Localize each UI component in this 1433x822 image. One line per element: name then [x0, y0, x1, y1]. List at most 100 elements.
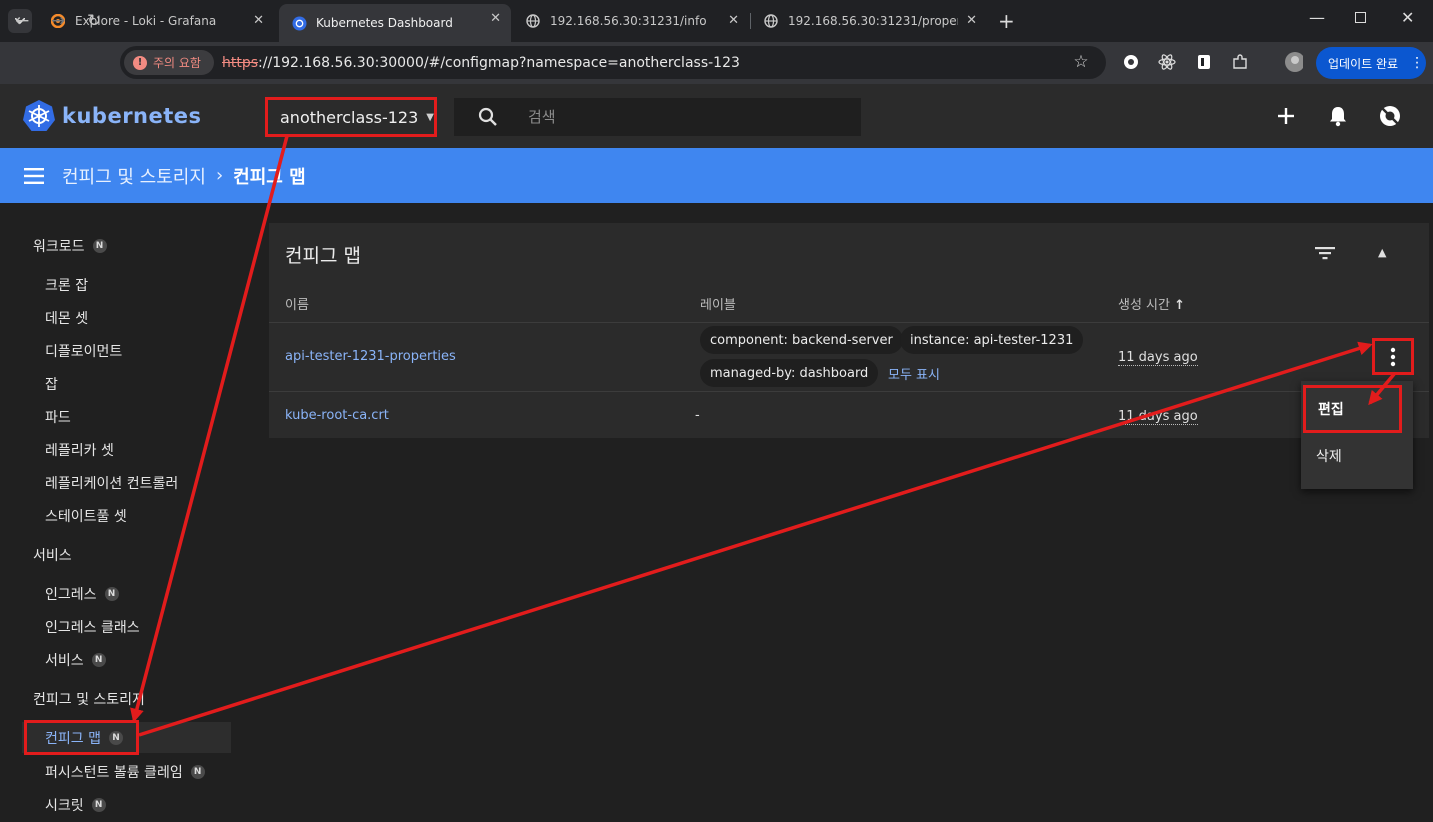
- maximize-icon[interactable]: [1355, 12, 1366, 23]
- sidebar-item-label: 서비스: [33, 548, 72, 564]
- sidebar-item-daemonsets[interactable]: 데몬 셋: [45, 308, 88, 328]
- namespace-selector[interactable]: anotherclass-123 ▼: [265, 97, 437, 137]
- browser-tab-info[interactable]: 192.168.56.30:31231/info ✕: [513, 6, 749, 36]
- extension-icon[interactable]: [1122, 53, 1140, 71]
- labels-empty: -: [695, 408, 700, 423]
- annotation-highlight-box: [24, 720, 139, 755]
- sidebar-item-cronjobs[interactable]: 크론 잡: [45, 275, 88, 295]
- sidebar-item-label: 인그레스: [45, 587, 97, 603]
- sidebar-item-deployments[interactable]: 디플로이먼트: [45, 341, 122, 361]
- column-header-labels: 레이블: [700, 298, 736, 313]
- sidebar-item-secrets[interactable]: 시크릿 N: [45, 795, 106, 815]
- security-warning-text: 주의 요함: [153, 56, 201, 70]
- filter-icon[interactable]: [1314, 244, 1336, 262]
- browser-tab-kubernetes[interactable]: Kubernetes Dashboard ✕: [279, 4, 511, 42]
- hamburger-menu-icon[interactable]: [24, 167, 44, 184]
- close-icon[interactable]: ✕: [728, 13, 739, 28]
- back-icon[interactable]: ←: [15, 11, 29, 31]
- breadcrumb-separator: ›: [215, 165, 224, 186]
- sidebar-item-label: 워크로드: [33, 239, 85, 255]
- sidebar-item-services[interactable]: 서비스 N: [45, 650, 106, 670]
- sidebar-item-jobs[interactable]: 잡: [45, 374, 58, 394]
- annotation-highlight-box: [1372, 338, 1414, 375]
- extensions-puzzle-icon[interactable]: [1231, 53, 1249, 71]
- column-header-created[interactable]: 생성 시간 ↑: [1118, 294, 1185, 313]
- kubernetes-logo-icon[interactable]: [22, 99, 56, 133]
- card-title: 컨피그 맵: [285, 245, 361, 267]
- url-text[interactable]: https://192.168.56.30:30000/#/configmap?…: [222, 55, 740, 71]
- sidebar-item-label: 레플리케이션 컨트롤러: [45, 476, 179, 492]
- sidebar-item-label: 서비스: [45, 653, 84, 669]
- add-icon[interactable]: [1274, 104, 1298, 128]
- notifications-bell-icon[interactable]: [1326, 104, 1350, 128]
- sidebar-item-label: 디플로이먼트: [45, 344, 123, 360]
- sidebar-item-pods[interactable]: 파드: [45, 407, 71, 427]
- annotation-highlight-box: [1303, 385, 1402, 433]
- configmap-name-link[interactable]: kube-root-ca.crt: [285, 408, 389, 423]
- new-badge: N: [104, 587, 119, 601]
- url-rest: ://192.168.56.30:30000/#/configmap?names…: [258, 55, 740, 71]
- sidebar-item-ingresses[interactable]: 인그레스 N: [45, 584, 119, 604]
- show-all-labels-link[interactable]: 모두 표시: [888, 364, 940, 383]
- creation-age: 11 days ago: [1118, 409, 1198, 425]
- sidebar-item-workloads[interactable]: 워크로드 N: [33, 236, 107, 256]
- close-icon[interactable]: ✕: [253, 13, 264, 28]
- configmap-name-link[interactable]: api-tester-1231-properties: [285, 349, 456, 364]
- sidebar-item-persistent-volume-claims[interactable]: 퍼시스턴트 볼륨 클레임 N: [45, 762, 205, 782]
- visibility-off-icon[interactable]: [1378, 104, 1402, 128]
- sidebar-item-replicasets[interactable]: 레플리카 셋: [45, 440, 114, 460]
- sidebar-item-label: 잡: [45, 377, 58, 393]
- sidebar-item-config-storage[interactable]: 컨피그 및 스토리지: [33, 689, 145, 709]
- close-icon[interactable]: ✕: [490, 11, 501, 26]
- reload-icon[interactable]: ↻: [87, 11, 101, 31]
- sidebar-item-label: 레플리카 셋: [45, 443, 114, 459]
- column-header-name[interactable]: 이름: [285, 294, 309, 313]
- extension-icon[interactable]: [1195, 53, 1213, 71]
- menu-item-delete[interactable]: 삭제: [1316, 446, 1342, 466]
- search-icon: [478, 107, 497, 126]
- sidebar-item-label: 퍼시스턴트 볼륨 클레임: [45, 765, 183, 781]
- sidebar-item-label: 파드: [45, 410, 71, 426]
- sidebar-item-label: 컨피그 및 스토리지: [33, 692, 145, 708]
- close-icon[interactable]: ✕: [966, 13, 977, 28]
- new-tab-button[interactable]: +: [998, 9, 1015, 33]
- update-button-label: 업데이트 완료: [1328, 56, 1399, 71]
- bookmark-star-icon[interactable]: ☆: [1072, 52, 1090, 72]
- sidebar-item-label: 인그레스 클래스: [45, 620, 140, 636]
- new-badge: N: [92, 239, 107, 253]
- globe-icon: [763, 13, 779, 29]
- warning-icon: !: [133, 55, 147, 70]
- update-button[interactable]: 업데이트 완료 ⋮: [1316, 47, 1426, 79]
- creation-age: 11 days ago: [1118, 350, 1198, 366]
- sidebar-item-label: 시크릿: [45, 798, 84, 814]
- namespace-value: anotherclass-123: [280, 107, 419, 127]
- forward-icon[interactable]: →: [51, 11, 65, 31]
- tab-title: 192.168.56.30:31231/properties: [788, 14, 958, 28]
- sidebar-item-ingress-classes[interactable]: 인그레스 클래스: [45, 617, 140, 637]
- row-divider: [269, 391, 1429, 392]
- sort-arrow-icon: ↑: [1174, 298, 1186, 313]
- label-chip: instance: api-tester-1231: [900, 326, 1084, 354]
- browser-tab-grafana[interactable]: Explore - Loki - Grafana ✕: [38, 6, 274, 36]
- sidebar-item-statefulsets[interactable]: 스테이트풀 셋: [45, 506, 127, 526]
- sidebar-item-replication-controllers[interactable]: 레플리케이션 컨트롤러: [45, 473, 178, 493]
- search-input[interactable]: [528, 108, 848, 126]
- close-window-icon[interactable]: ✕: [1401, 8, 1414, 27]
- app-brand[interactable]: kubernetes: [62, 104, 202, 128]
- breadcrumb: 컨피그 및 스토리지 › 컨피그 맵: [0, 148, 1433, 203]
- breadcrumb-parent[interactable]: 컨피그 및 스토리지: [62, 163, 206, 189]
- expand-less-icon[interactable]: ▲: [1378, 246, 1392, 260]
- minimize-icon[interactable]: —: [1309, 8, 1325, 27]
- new-badge: N: [91, 798, 106, 812]
- react-devtools-icon[interactable]: [1158, 53, 1176, 71]
- kubernetes-icon: [291, 15, 307, 31]
- globe-icon: [525, 13, 541, 29]
- sidebar-item-label: 크론 잡: [45, 278, 89, 294]
- column-header-label: 생성 시간: [1118, 298, 1170, 313]
- sidebar-item-label: 데몬 셋: [45, 311, 89, 327]
- sidebar-item-service-group[interactable]: 서비스: [33, 545, 72, 565]
- browser-tab-properties[interactable]: 192.168.56.30:31231/properties ✕: [751, 6, 987, 36]
- profile-avatar[interactable]: [1285, 52, 1303, 72]
- search-box[interactable]: [454, 98, 861, 136]
- security-warning-chip[interactable]: ! 주의 요함: [124, 50, 214, 75]
